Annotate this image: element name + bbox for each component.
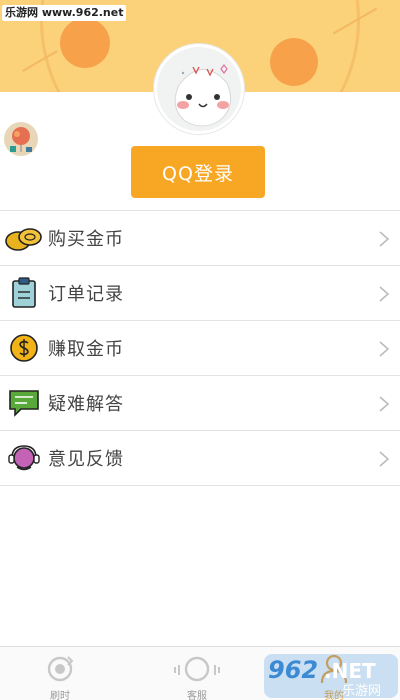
- menu-item-feedback[interactable]: 意见反馈: [0, 431, 400, 486]
- menu-item-label: 意见反馈: [48, 449, 124, 470]
- coins-icon: [0, 211, 48, 266]
- chevron-right-icon: [379, 341, 390, 357]
- brand-cn: 乐游网: [342, 684, 381, 699]
- balloon-icon: [4, 122, 38, 156]
- brand-logo: 962 .NET 乐游网: [264, 654, 398, 699]
- tab-refresh[interactable]: 刷时: [0, 647, 120, 700]
- chevron-right-icon: [379, 286, 390, 302]
- menu-item-label: 赚取金币: [48, 339, 124, 360]
- watermark-label: 乐游网 www.962.net: [2, 5, 127, 21]
- menu-list: 购买金币 订单记录 赚取金币 疑难解答 意见反馈: [0, 210, 400, 486]
- refresh-icon: [47, 656, 74, 682]
- avatar[interactable]: [154, 44, 244, 134]
- cute-face-icon: [174, 64, 232, 127]
- clipboard-icon: [0, 266, 48, 321]
- chat-bubble-icon: [0, 376, 48, 431]
- menu-item-label: 购买金币: [48, 229, 124, 250]
- headset-icon: [0, 431, 48, 486]
- brand-number: 962: [268, 656, 318, 684]
- menu-item-faq[interactable]: 疑难解答: [0, 376, 400, 431]
- menu-item-earn-coins[interactable]: 赚取金币: [0, 321, 400, 376]
- brand-watermark: 962 .NET 乐游网: [262, 648, 400, 700]
- tab-label: 客服: [187, 691, 207, 700]
- banner-decoration-dot: [60, 18, 110, 68]
- tab-label: 刷时: [50, 691, 70, 700]
- headphones-icon: [174, 656, 220, 682]
- banner-decoration-dot: [270, 38, 318, 86]
- menu-item-buy-coins[interactable]: 购买金币: [0, 211, 400, 266]
- brand-suffix: .NET: [324, 659, 376, 683]
- chevron-right-icon: [379, 451, 390, 467]
- qq-login-button[interactable]: QQ登录: [131, 146, 265, 198]
- tab-customer-service[interactable]: 客服: [137, 647, 257, 700]
- chevron-right-icon: [379, 396, 390, 412]
- menu-item-label: 订单记录: [48, 284, 124, 305]
- chevron-right-icon: [379, 231, 390, 247]
- dollar-coin-icon: [0, 321, 48, 376]
- menu-item-order-records[interactable]: 订单记录: [0, 266, 400, 321]
- menu-item-label: 疑难解答: [48, 394, 124, 415]
